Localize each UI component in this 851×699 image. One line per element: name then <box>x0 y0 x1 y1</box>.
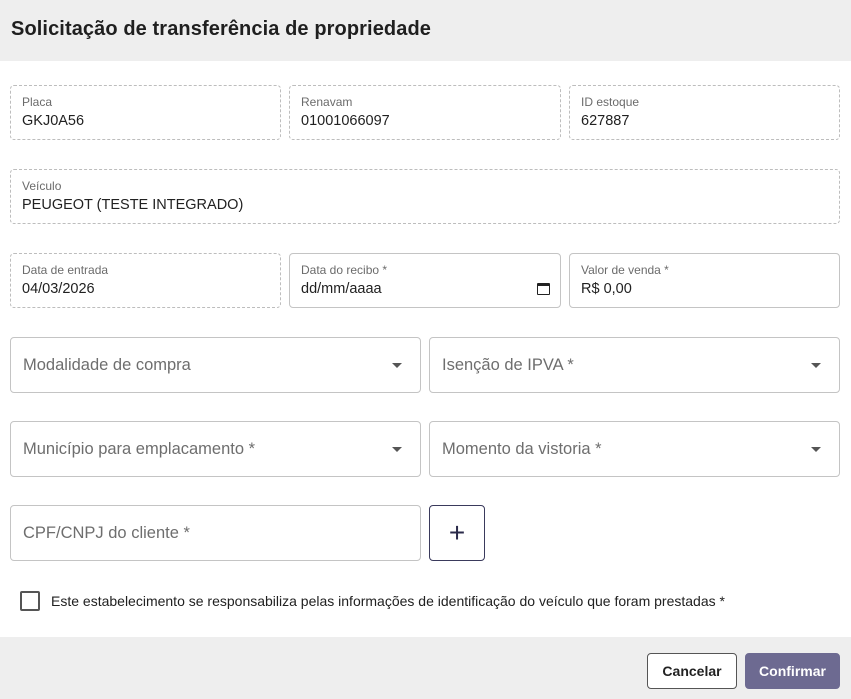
municipio-select[interactable]: Município para emplacamento * <box>10 421 421 477</box>
momento-vistoria-select[interactable]: Momento da vistoria * <box>429 421 840 477</box>
calendar-icon[interactable] <box>537 283 550 295</box>
cpf-cnpj-placeholder: CPF/CNPJ do cliente * <box>23 524 190 542</box>
data-recibo-field[interactable]: Data do recibo * dd/mm/aaaa <box>289 253 561 308</box>
renavam-label: Renavam <box>301 95 353 109</box>
veiculo-label: Veículo <box>22 179 62 193</box>
chevron-down-icon <box>811 363 821 368</box>
data-recibo-input[interactable]: dd/mm/aaaa <box>301 281 382 297</box>
add-client-button[interactable]: + <box>429 505 485 561</box>
valor-venda-label: Valor de venda * <box>581 263 669 277</box>
data-entrada-label: Data de entrada <box>22 263 109 277</box>
chevron-down-icon <box>392 363 402 368</box>
modalidade-select[interactable]: Modalidade de compra <box>10 337 421 393</box>
data-entrada-field: Data de entrada 04/03/2026 <box>10 253 281 308</box>
isencao-ipva-select[interactable]: Isenção de IPVA * <box>429 337 840 393</box>
veiculo-field: Veículo PEUGEOT (TESTE INTEGRADO) <box>10 169 840 224</box>
id-estoque-value: 627887 <box>581 113 630 129</box>
placa-label: Placa <box>22 95 53 109</box>
responsibility-checkbox-label[interactable]: Este estabelecimento se responsabiliza p… <box>51 593 725 609</box>
confirm-button[interactable]: Confirmar <box>745 653 840 689</box>
renavam-value: 01001066097 <box>301 113 390 129</box>
municipio-placeholder: Município para emplacamento * <box>23 440 256 458</box>
chevron-down-icon <box>392 447 402 452</box>
id-estoque-label: ID estoque <box>581 95 640 109</box>
dialog-header: Solicitação de transferência de propried… <box>0 0 851 61</box>
renavam-field: Renavam 01001066097 <box>289 85 561 140</box>
dialog-title: Solicitação de transferência de propried… <box>11 18 431 40</box>
cancel-button[interactable]: Cancelar <box>647 653 737 689</box>
chevron-down-icon <box>811 447 821 452</box>
momento-vistoria-placeholder: Momento da vistoria * <box>442 440 602 458</box>
cpf-cnpj-input[interactable]: CPF/CNPJ do cliente * <box>10 505 421 561</box>
data-entrada-value: 04/03/2026 <box>22 281 95 297</box>
id-estoque-field: ID estoque 627887 <box>569 85 840 140</box>
modalidade-placeholder: Modalidade de compra <box>23 356 191 374</box>
valor-venda-input[interactable]: R$ 0,00 <box>581 281 632 297</box>
data-recibo-label: Data do recibo * <box>301 263 388 277</box>
valor-venda-field[interactable]: Valor de venda * R$ 0,00 <box>569 253 840 308</box>
plus-icon: + <box>448 517 466 548</box>
responsibility-checkbox[interactable] <box>20 591 40 611</box>
placa-field: Placa GKJ0A56 <box>10 85 281 140</box>
veiculo-value: PEUGEOT (TESTE INTEGRADO) <box>22 197 244 213</box>
isencao-ipva-placeholder: Isenção de IPVA * <box>442 356 574 374</box>
placa-value: GKJ0A56 <box>22 113 85 129</box>
